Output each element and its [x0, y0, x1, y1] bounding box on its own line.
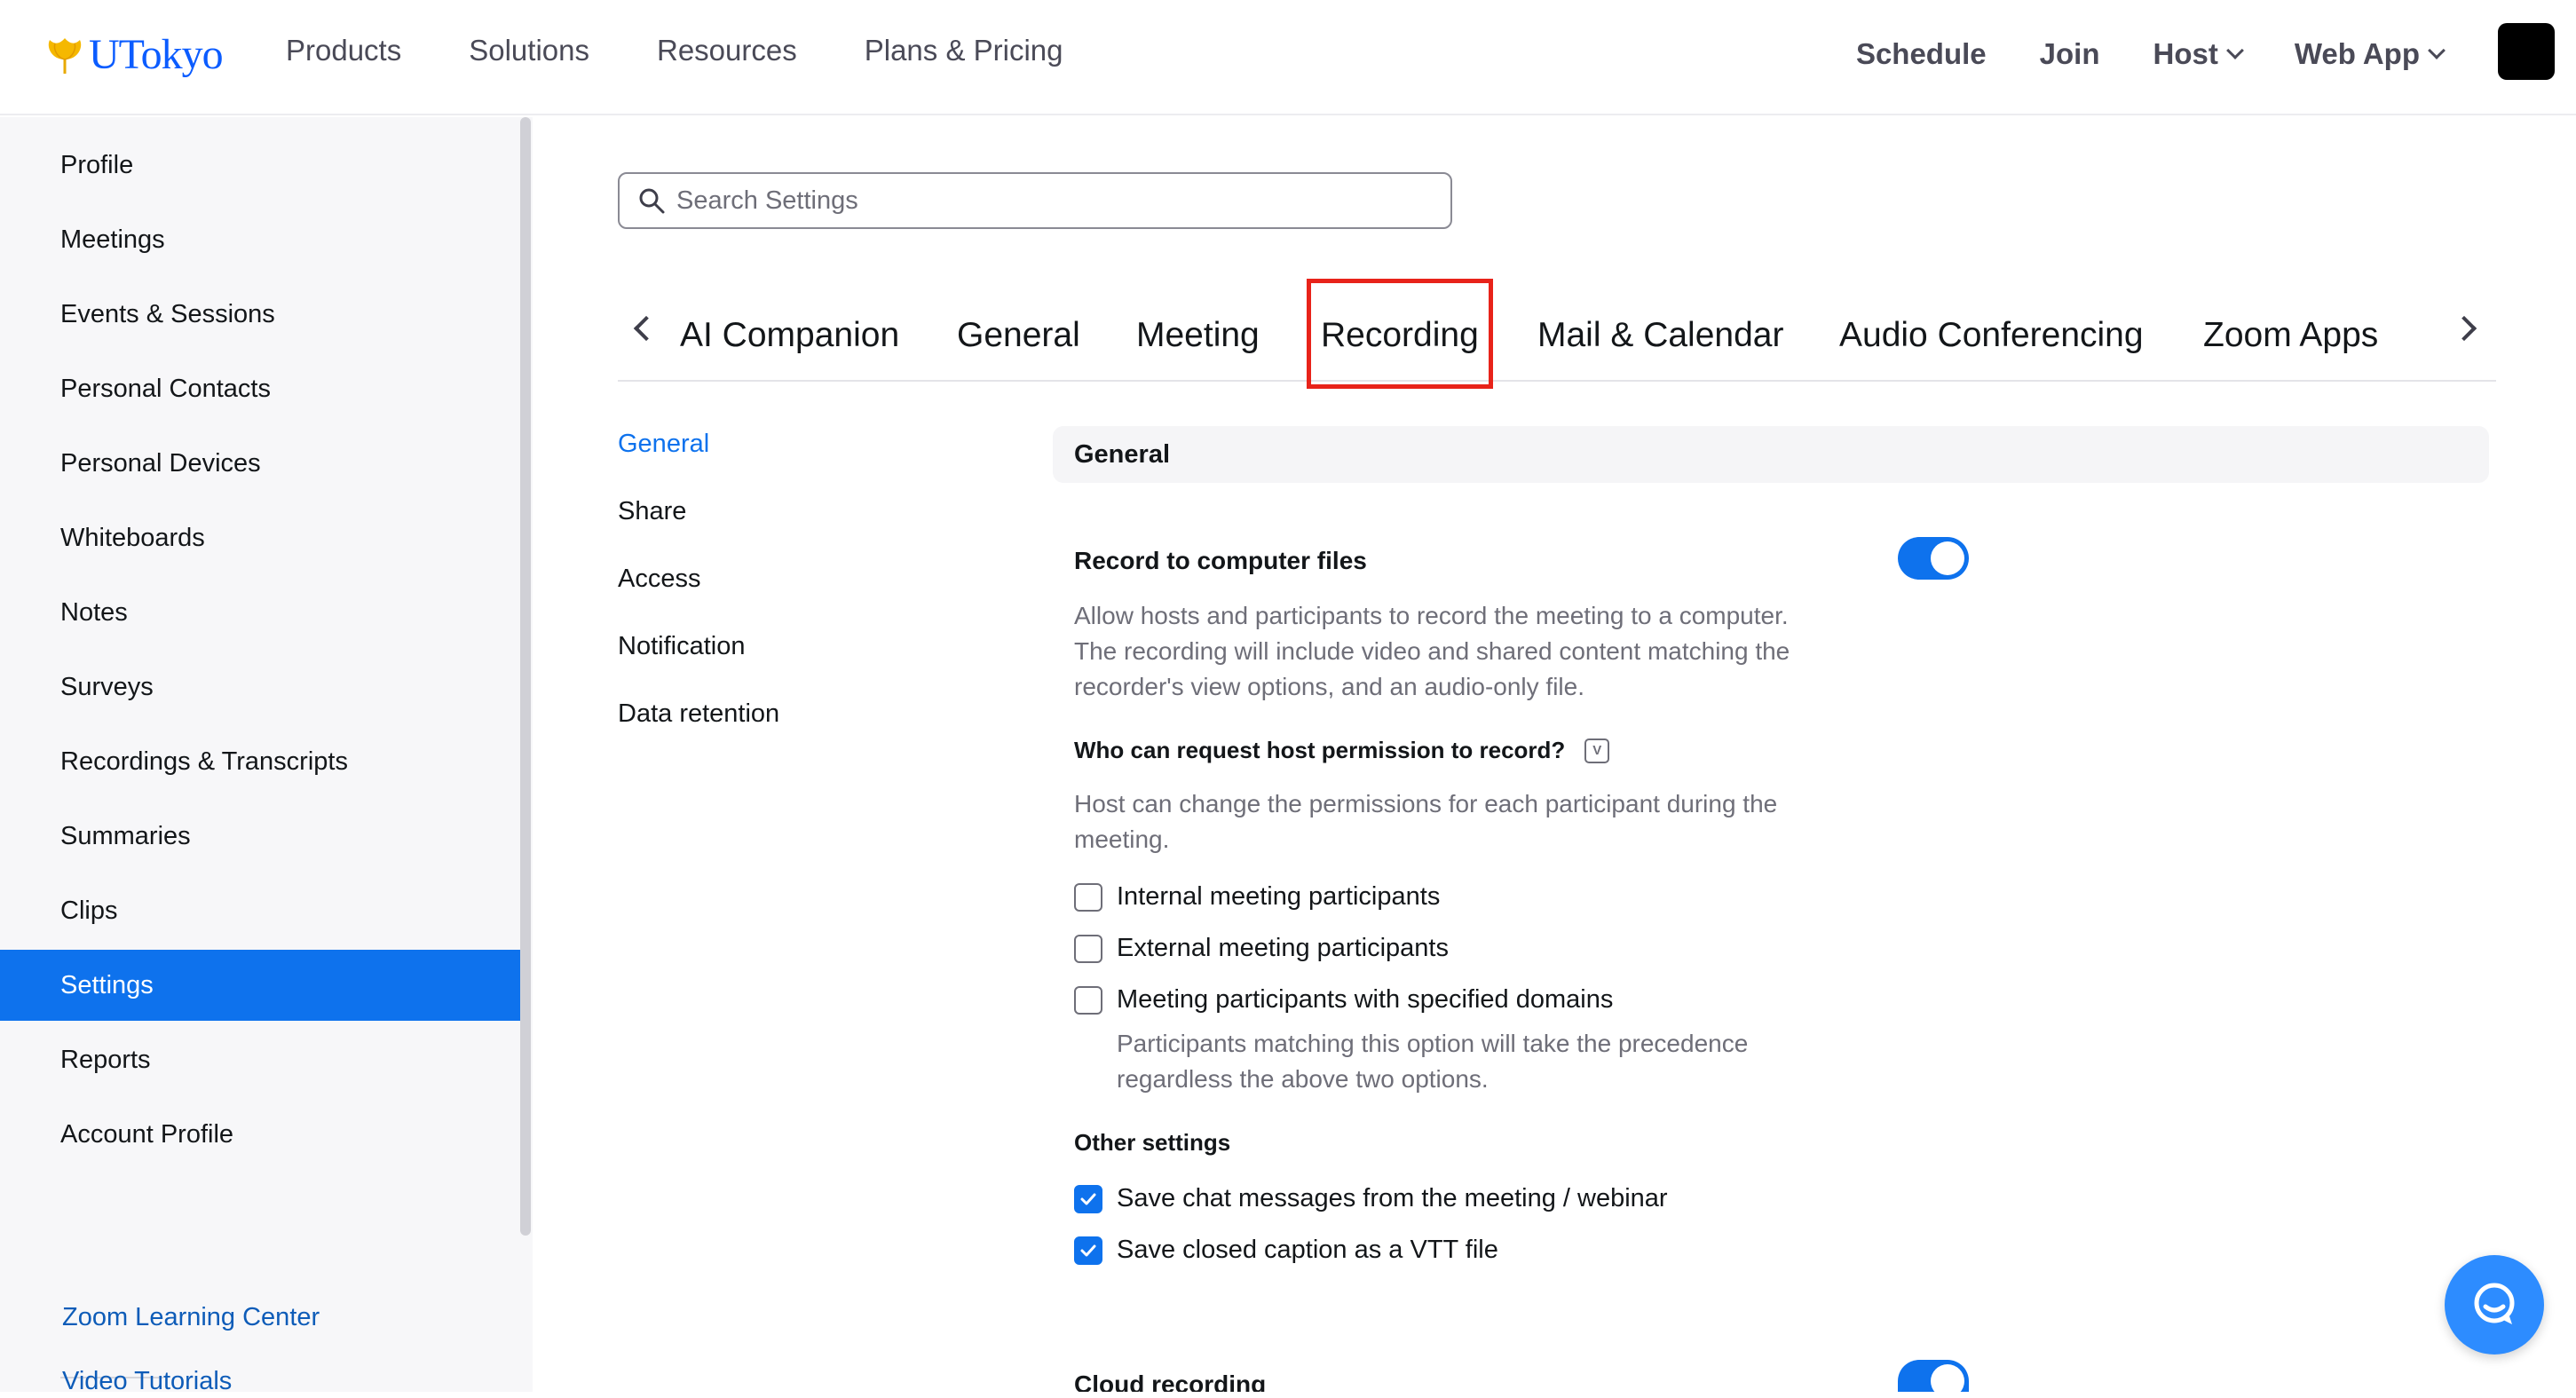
subnav-general[interactable]: General [618, 430, 709, 459]
subnav-share[interactable]: Share [618, 497, 686, 526]
sidebar-item-events-sessions[interactable]: Events & Sessions [0, 279, 522, 350]
sidebar-item-clips[interactable]: Clips [0, 875, 522, 946]
schedule-label: Schedule [1855, 37, 1987, 70]
description-line: recorder's view options, and an audio-on… [1074, 673, 1584, 700]
section-header-general: General [1053, 426, 2489, 483]
chevron-right-icon[interactable] [2451, 315, 2477, 342]
subnav-notification[interactable]: Notification [618, 632, 745, 661]
nav-plans-pricing[interactable]: Plans & Pricing [865, 34, 1063, 67]
option-label: Save closed caption as a VTT file [1117, 1236, 1498, 1264]
sidebar-item-reports[interactable]: Reports [0, 1024, 522, 1095]
request-permission-label: Who can request host permission to recor… [1074, 737, 1566, 763]
cloud-recording-title: Cloud recording [1074, 1370, 1267, 1392]
join-link[interactable]: Join [2040, 37, 2100, 71]
sidebar-item-personal-contacts[interactable]: Personal Contacts [0, 353, 522, 424]
description-line: regardless the above two options. [1117, 1065, 1489, 1093]
save-caption-checkbox[interactable] [1074, 1236, 1102, 1265]
schedule-link[interactable]: Schedule [1856, 37, 1987, 71]
subnav-access[interactable]: Access [618, 565, 700, 594]
description-line: Host can change the permissions for each… [1074, 790, 1778, 817]
request-permission-description: Host can change the permissions for each… [1074, 786, 1777, 857]
tab-meeting[interactable]: Meeting [1136, 316, 1260, 355]
search-settings-box[interactable] [618, 172, 1452, 229]
user-avatar[interactable] [2498, 23, 2555, 80]
sidebar-item-recordings-transcripts[interactable]: Recordings & Transcripts [0, 726, 522, 797]
record-to-computer-description: Allow hosts and participants to record t… [1074, 598, 1790, 705]
tab-general[interactable]: General [957, 316, 1080, 355]
option-label: Save chat messages from the meeting / we… [1117, 1184, 1668, 1212]
utokyo-logo[interactable]: UTokyo [44, 30, 224, 79]
nav-products[interactable]: Products [286, 34, 401, 67]
checkmark-icon [1080, 1193, 1096, 1204]
zoom-learning-center-link[interactable]: Zoom Learning Center [62, 1303, 320, 1332]
primary-nav: Products Solutions Resources Plans & Pri… [286, 34, 1131, 67]
sidebar: Profile Meetings Events & Sessions Perso… [0, 117, 533, 1392]
other-settings-title: Other settings [1074, 1129, 1231, 1156]
toggle-knob [1931, 1364, 1964, 1398]
specified-domains-note: Participants matching this option will t… [1117, 1026, 1748, 1097]
sidebar-scrollbar[interactable] [520, 117, 531, 1236]
option-save-chat[interactable]: Save chat messages from the meeting / we… [1074, 1184, 1668, 1213]
action-nav: Schedule Join Host Web App [1803, 37, 2446, 71]
settings-tabs: AI Companion General Meeting Recording M… [618, 284, 2496, 382]
option-label: External meeting participants [1117, 934, 1449, 962]
web-app-dropdown[interactable]: Web App [2294, 37, 2446, 71]
sidebar-item-account-profile[interactable]: Account Profile [0, 1099, 522, 1170]
sidebar-item-whiteboards[interactable]: Whiteboards [0, 502, 522, 573]
nav-resources[interactable]: Resources [657, 34, 797, 67]
subnav-data-retention[interactable]: Data retention [618, 699, 779, 729]
description-line: The recording will include video and sha… [1074, 637, 1790, 665]
option-specified-domains[interactable]: Meeting participants with specified doma… [1074, 985, 1613, 1015]
sidebar-item-surveys[interactable]: Surveys [0, 652, 522, 723]
host-label: Host [2153, 37, 2218, 70]
sidebar-item-summaries[interactable]: Summaries [0, 801, 522, 872]
option-save-caption[interactable]: Save closed caption as a VTT file [1074, 1236, 1498, 1265]
sidebar-item-personal-devices[interactable]: Personal Devices [0, 428, 522, 499]
search-icon [639, 188, 665, 214]
info-icon[interactable]: V [1584, 738, 1610, 763]
nav-solutions[interactable]: Solutions [469, 34, 589, 67]
host-dropdown[interactable]: Host [2153, 37, 2244, 71]
option-internal-participants[interactable]: Internal meeting participants [1074, 882, 1440, 912]
external-participants-checkbox[interactable] [1074, 934, 1102, 963]
chevron-down-icon [2225, 42, 2244, 59]
specified-domains-checkbox[interactable] [1074, 985, 1102, 1015]
description-line: Allow hosts and participants to record t… [1074, 602, 1789, 629]
tab-audio-conferencing[interactable]: Audio Conferencing [1839, 316, 2144, 355]
sidebar-item-meetings[interactable]: Meetings [0, 204, 522, 275]
option-external-participants[interactable]: External meeting participants [1074, 934, 1449, 963]
toggle-knob [1931, 541, 1964, 575]
record-to-computer-toggle[interactable] [1898, 537, 1969, 580]
option-label: Internal meeting participants [1117, 882, 1441, 911]
description-line: meeting. [1074, 825, 1170, 853]
join-label: Join [2039, 37, 2100, 70]
tab-ai-companion[interactable]: AI Companion [680, 316, 899, 355]
video-tutorials-link[interactable]: Video Tutorials [62, 1367, 232, 1390]
chat-support-button[interactable] [2445, 1255, 2544, 1355]
checkmark-icon [1080, 1244, 1096, 1256]
web-app-label: Web App [2294, 37, 2420, 70]
sidebar-item-profile[interactable]: Profile [0, 130, 522, 201]
chevron-down-icon [2428, 42, 2446, 59]
search-input[interactable] [676, 186, 1440, 216]
top-navigation: UTokyo Products Solutions Resources Plan… [0, 0, 2576, 115]
save-chat-checkbox[interactable] [1074, 1184, 1102, 1213]
recording-tab-highlight [1307, 279, 1493, 389]
sidebar-item-settings[interactable]: Settings [0, 950, 522, 1021]
record-to-computer-title: Record to computer files [1074, 547, 1367, 574]
description-line: Participants matching this option will t… [1117, 1030, 1749, 1057]
request-permission-title: Who can request host permission to recor… [1074, 737, 1610, 764]
sidebar-item-notes[interactable]: Notes [0, 577, 522, 648]
chat-bubble-icon [2474, 1283, 2515, 1324]
brand-name: UTokyo [89, 31, 224, 78]
ginkgo-leaf-icon [48, 37, 82, 74]
cloud-recording-toggle[interactable] [1898, 1360, 1969, 1398]
tab-zoom-apps[interactable]: Zoom Apps [2203, 316, 2378, 355]
tab-mail-calendar[interactable]: Mail & Calendar [1537, 316, 1783, 355]
option-label: Meeting participants with specified doma… [1117, 985, 1614, 1014]
chevron-left-icon[interactable] [633, 315, 660, 342]
internal-participants-checkbox[interactable] [1074, 882, 1102, 912]
